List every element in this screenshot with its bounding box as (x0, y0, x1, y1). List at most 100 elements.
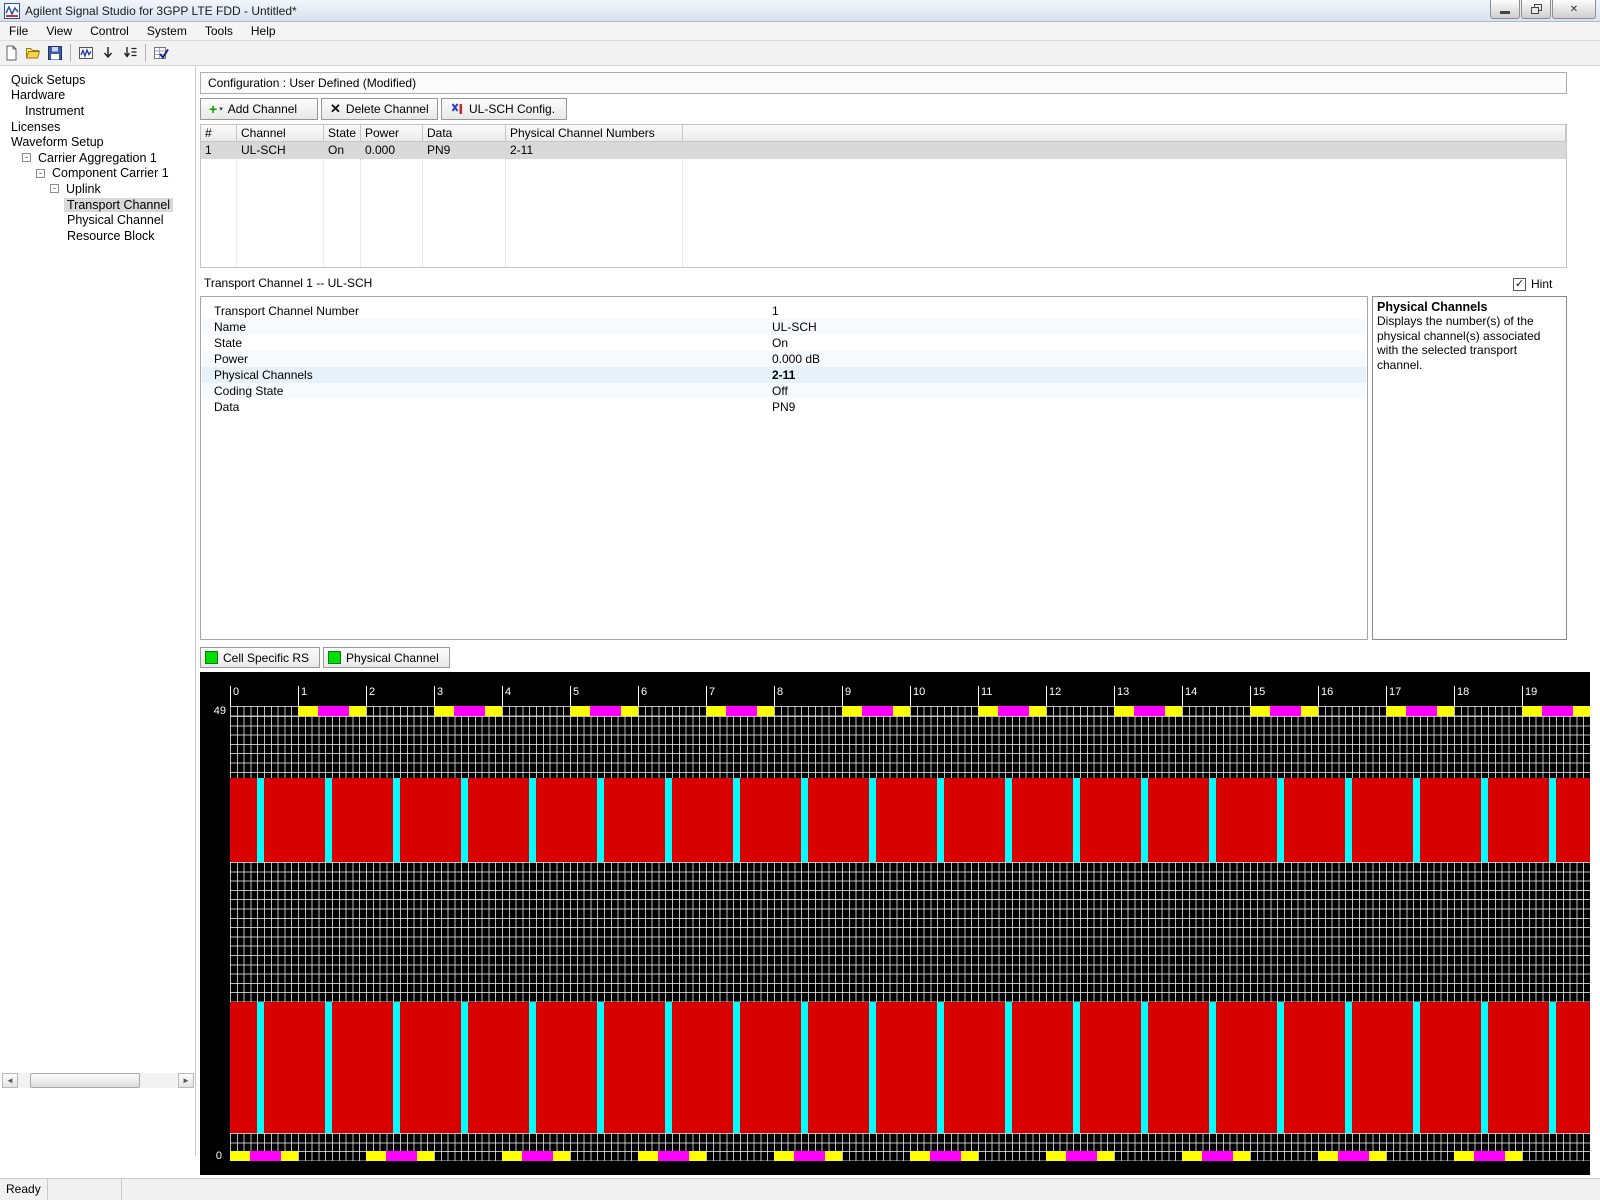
rs-pattern-segment (1250, 706, 1270, 716)
column-separator (505, 142, 506, 267)
ruler-tick (1046, 686, 1047, 706)
rs-pattern-segment (689, 1151, 706, 1161)
hint-checkbox-icon[interactable]: ✓ (1513, 278, 1526, 291)
reference-signal-stripe (1073, 778, 1080, 862)
close-icon: ✕ (1570, 4, 1578, 15)
menu-control[interactable]: Control (81, 22, 138, 40)
report-check-icon[interactable] (150, 43, 172, 63)
menu-file[interactable]: File (0, 22, 37, 40)
title-bar: Agilent Signal Studio for 3GPP LTE FDD -… (0, 0, 1600, 22)
collapse-toggle-icon[interactable]: - (50, 184, 59, 193)
sidebar-item-waveform-setup[interactable]: Waveform Setup (0, 134, 195, 150)
ruler-label: 2 (369, 686, 375, 698)
minimize-button[interactable] (1490, 0, 1520, 19)
rs-pattern-segment (1474, 1151, 1505, 1161)
property-value[interactable]: 0.000 dB (772, 352, 820, 366)
menu-tools[interactable]: Tools (196, 22, 242, 40)
column-header-state[interactable]: State (324, 125, 361, 142)
rs-pattern-segment (1454, 1151, 1474, 1161)
dropdown-arrow-icon: ▾ (219, 105, 223, 113)
download-waveform-icon[interactable] (97, 43, 119, 63)
property-row-state[interactable]: StateOn (202, 335, 1366, 351)
reference-signal-stripe (1277, 1002, 1284, 1133)
delete-channel-button[interactable]: ✕ Delete Channel (321, 98, 438, 120)
reference-signal-stripe (461, 778, 468, 862)
property-row-physical-channels[interactable]: Physical Channels2-11 (202, 367, 1366, 383)
configuration-bar: Configuration : User Defined (Modified) (200, 72, 1567, 94)
property-row-name[interactable]: NameUL-SCH (202, 319, 1366, 335)
restore-button[interactable] (1521, 0, 1551, 19)
reference-signal-stripe (325, 778, 332, 862)
column-separator (360, 142, 361, 267)
property-row-transport-channel-number[interactable]: Transport Channel Number1 (202, 303, 1366, 319)
scrollbar-track[interactable] (18, 1073, 178, 1088)
menu-help[interactable]: Help (242, 22, 285, 40)
rs-pattern-segment (794, 1151, 825, 1161)
sidebar-item-carrier-aggregation-1[interactable]: -Carrier Aggregation 1 (0, 150, 195, 166)
column-header-physical-channel-numbers[interactable]: Physical Channel Numbers (506, 125, 683, 142)
sidebar-item-physical-channel[interactable]: Physical Channel (0, 212, 195, 228)
rs-pattern-segment (281, 1151, 298, 1161)
rs-pattern-segment (590, 706, 621, 716)
property-row-coding-state[interactable]: Coding StateOff (202, 383, 1366, 399)
scroll-right-arrow-icon[interactable]: ► (178, 1073, 194, 1088)
empty-resource-rows (230, 862, 1590, 1002)
save-file-icon[interactable] (44, 43, 66, 63)
resource-grid: 49 0 012345678910111213141516171819 (200, 672, 1590, 1175)
legend-cell-specific-rs[interactable]: Cell Specific RS (200, 647, 320, 668)
sidebar-item-resource-block[interactable]: Resource Block (0, 228, 195, 244)
waveform-generate-icon[interactable] (75, 43, 97, 63)
collapse-toggle-icon[interactable]: - (36, 169, 45, 178)
ruler-label: 10 (913, 686, 925, 698)
reference-signal-stripe (257, 778, 264, 862)
menu-view[interactable]: View (37, 22, 81, 40)
collapse-toggle-icon[interactable]: - (22, 153, 31, 162)
property-value[interactable]: 1 (772, 304, 779, 318)
ruler-tick (842, 686, 843, 706)
sidebar-item-hardware[interactable]: Hardware (0, 88, 195, 104)
column-header-power[interactable]: Power (361, 125, 423, 142)
top-row-label: 49 (200, 705, 226, 717)
ulsch-config-button[interactable]: UL-SCH Config. (441, 98, 567, 120)
cell-physical_channels: 2-11 (506, 143, 537, 157)
new-document-icon[interactable] (0, 43, 22, 63)
column-header-[interactable]: # (201, 125, 237, 142)
legend-physical-channel[interactable]: Physical Channel (323, 647, 450, 668)
property-value[interactable]: Off (772, 384, 788, 398)
property-value[interactable]: PN9 (772, 400, 795, 414)
sidebar-item-instrument[interactable]: Instrument (0, 103, 195, 119)
ruler-tick (502, 686, 503, 706)
open-file-icon[interactable] (22, 43, 44, 63)
sidebar-item-component-carrier-1[interactable]: -Component Carrier 1 (0, 166, 195, 182)
sidebar-item-quick-setups[interactable]: Quick Setups (0, 72, 195, 88)
rs-pattern-segment (454, 706, 485, 716)
property-value[interactable]: 2-11 (772, 368, 795, 382)
menu-bar: FileViewControlSystemToolsHelp (0, 22, 1600, 41)
restore-icon (1531, 4, 1542, 14)
legend-label: Cell Specific RS (223, 651, 309, 665)
property-value[interactable]: UL-SCH (772, 320, 817, 334)
column-header-data[interactable]: Data (423, 125, 506, 142)
channel-table-row[interactable]: 1UL-SCHOn0.000PN92-11 (201, 142, 1566, 159)
cell-num: 1 (201, 143, 216, 157)
property-row-data[interactable]: Data PN9 (202, 399, 1366, 415)
property-row-power[interactable]: Power0.000 dB (202, 351, 1366, 367)
hint-panel: Physical Channels Displays the number(s)… (1372, 296, 1567, 640)
ruler-label: 4 (505, 686, 511, 698)
add-channel-button[interactable]: +▾ Add Channel (200, 98, 318, 120)
rs-pattern-segment (998, 706, 1029, 716)
rs-pattern-segment (1134, 706, 1165, 716)
sidebar-item-uplink[interactable]: -Uplink (0, 181, 195, 197)
scroll-left-arrow-icon[interactable]: ◄ (2, 1073, 18, 1088)
sidebar-item-licenses[interactable]: Licenses (0, 119, 195, 135)
close-button[interactable]: ✕ (1552, 0, 1596, 19)
hint-toggle[interactable]: ✓ Hint (1513, 277, 1552, 291)
column-header-channel[interactable]: Channel (237, 125, 324, 142)
sidebar-item-transport-channel[interactable]: Transport Channel (0, 197, 195, 213)
property-label: Data (214, 400, 239, 414)
menu-system[interactable]: System (138, 22, 196, 40)
download-sequence-icon[interactable] (119, 43, 141, 63)
reference-signal-stripe (1345, 1002, 1352, 1133)
scrollbar-thumb[interactable] (30, 1073, 140, 1088)
property-value[interactable]: On (772, 336, 788, 350)
